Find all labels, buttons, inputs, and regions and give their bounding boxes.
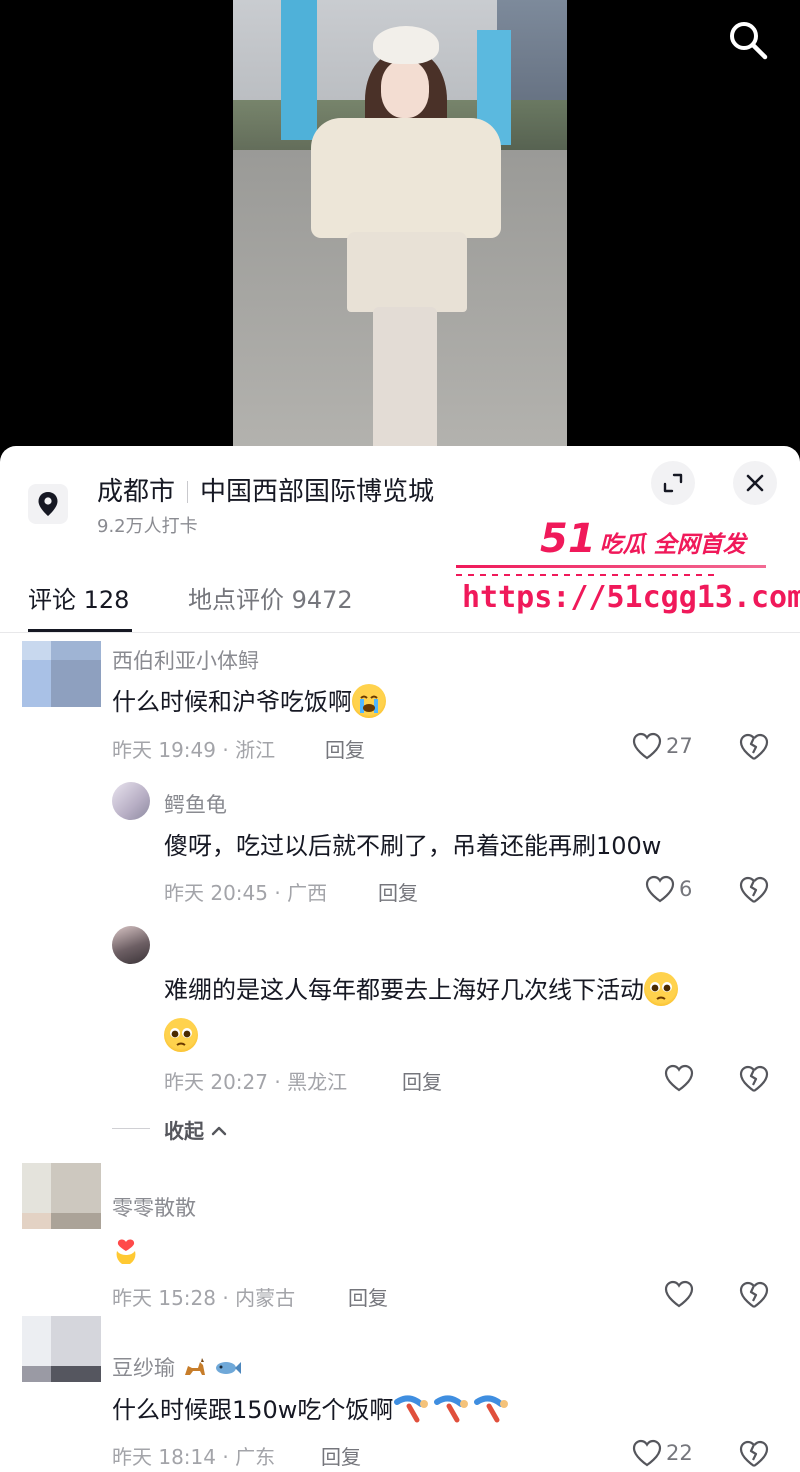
cat-icon <box>184 1358 205 1375</box>
comment-time: 昨天 15:28 · 内蒙古 <box>112 1286 296 1310</box>
comment-text: 什么时候和沪爷吃饭啊 <box>112 679 386 725</box>
watermark-text: 吃瓜 全网首发 <box>599 532 746 558</box>
like-button[interactable]: 27 <box>632 732 693 760</box>
broken-heart-icon <box>739 1440 769 1467</box>
watermark-number: 51 <box>540 516 596 562</box>
heart-icon <box>632 732 662 760</box>
like-count: 22 <box>666 1441 693 1465</box>
reply-button[interactable]: 回复 <box>321 1441 361 1470</box>
video-player[interactable] <box>0 0 800 470</box>
like-button[interactable] <box>664 1280 698 1308</box>
title-separator <box>187 481 189 503</box>
comment-author[interactable]: 零零散散 <box>112 1192 196 1222</box>
pleading-face-emoji <box>644 972 678 1006</box>
collapse-replies-button[interactable]: 收起 <box>164 1115 227 1144</box>
broken-heart-icon <box>739 876 769 903</box>
dislike-button[interactable] <box>738 874 770 906</box>
comment-author[interactable]: 鳄鱼龟 <box>164 789 227 819</box>
comment-text: 什么时候跟150w吃个饭啊 <box>112 1387 513 1433</box>
dislike-button[interactable] <box>738 1063 770 1095</box>
avatar[interactable] <box>112 782 150 820</box>
comment-time: 昨天 20:27 · 黑龙江 <box>164 1070 348 1094</box>
expand-icon <box>663 473 683 493</box>
pleading-face-emoji <box>164 1018 198 1052</box>
watermark-line <box>456 565 766 568</box>
location-venue: 中国西部国际博览城 <box>200 477 435 507</box>
close-icon <box>746 474 764 492</box>
fish-icon <box>216 1362 242 1374</box>
search-icon[interactable] <box>726 18 770 62</box>
heart-hands-emoji <box>112 1233 140 1267</box>
location-title[interactable]: 成都市 中国西部国际博览城 <box>97 471 434 508</box>
comment-time: 昨天 18:14 · 广东 <box>112 1445 276 1469</box>
tab-place-reviews[interactable]: 地点评价 9472 <box>188 580 353 615</box>
close-button[interactable] <box>733 461 777 505</box>
expand-button[interactable] <box>651 461 695 505</box>
like-button[interactable]: 6 <box>645 875 692 903</box>
avatar[interactable] <box>22 641 101 707</box>
dislike-button[interactable] <box>738 1279 770 1311</box>
avatar[interactable] <box>22 1316 101 1382</box>
reply-button[interactable]: 回复 <box>378 877 418 906</box>
heart-icon <box>664 1280 694 1308</box>
video-person <box>311 22 501 457</box>
broken-heart-icon <box>739 733 769 760</box>
watermark-brand: 51 吃瓜 全网首发 <box>540 516 746 562</box>
collapse-label: 收起 <box>164 1119 204 1143</box>
kneeling-person-emoji <box>433 1392 473 1426</box>
location-pin-icon <box>28 484 68 524</box>
heart-icon <box>664 1064 694 1092</box>
video-banner <box>281 0 317 140</box>
comment-text: 傻呀，吃过以后就不刷了，吊着还能再刷100w <box>164 832 662 860</box>
comment-text: 难绷的是这人每年都要去上海好几次线下活动 <box>164 967 774 1059</box>
dislike-button[interactable] <box>738 1438 770 1470</box>
heart-icon <box>645 875 675 903</box>
comment-text-body: 什么时候跟150w吃个饭啊 <box>112 1396 394 1424</box>
like-count: 27 <box>666 734 693 758</box>
author-name: 豆纱瑜 <box>112 1356 175 1380</box>
kneeling-person-emoji <box>473 1392 513 1426</box>
broken-heart-icon <box>739 1065 769 1092</box>
avatar[interactable] <box>22 1163 101 1229</box>
tab-comments[interactable]: 评论 128 <box>28 580 129 615</box>
comment-text-body: 什么时候和沪爷吃饭啊 <box>112 688 352 716</box>
comment-text-body: 难绷的是这人每年都要去上海好几次线下活动 <box>164 976 644 1004</box>
video-frame <box>233 0 567 460</box>
broken-heart-icon <box>739 1281 769 1308</box>
watermark-dots <box>456 574 716 576</box>
dislike-button[interactable] <box>738 731 770 763</box>
loudly-crying-emoji <box>352 684 386 718</box>
heart-icon <box>632 1439 662 1467</box>
like-count: 6 <box>679 877 693 901</box>
avatar[interactable] <box>112 926 150 964</box>
kneeling-person-emoji <box>393 1392 433 1426</box>
comment-time: 昨天 19:49 · 浙江 <box>112 738 276 762</box>
tabs-divider <box>0 632 800 633</box>
comment-author[interactable]: 西伯利亚小体鲟 <box>112 645 259 675</box>
watermark-url: https://51cgg13.com <box>462 580 800 615</box>
location-city: 成都市 <box>97 477 176 507</box>
chevron-up-icon <box>211 1126 227 1136</box>
collapse-divider <box>112 1128 150 1129</box>
comment-text <box>112 1228 140 1274</box>
like-button[interactable] <box>664 1064 698 1092</box>
checkin-count: 9.2万人打卡 <box>97 516 198 537</box>
comment-author[interactable]: 豆纱瑜 <box>112 1352 242 1382</box>
like-button[interactable]: 22 <box>632 1439 693 1467</box>
comment-time: 昨天 20:45 · 广西 <box>164 881 328 905</box>
reply-button[interactable]: 回复 <box>325 734 365 763</box>
reply-button[interactable]: 回复 <box>348 1282 388 1311</box>
reply-button[interactable]: 回复 <box>402 1066 442 1095</box>
